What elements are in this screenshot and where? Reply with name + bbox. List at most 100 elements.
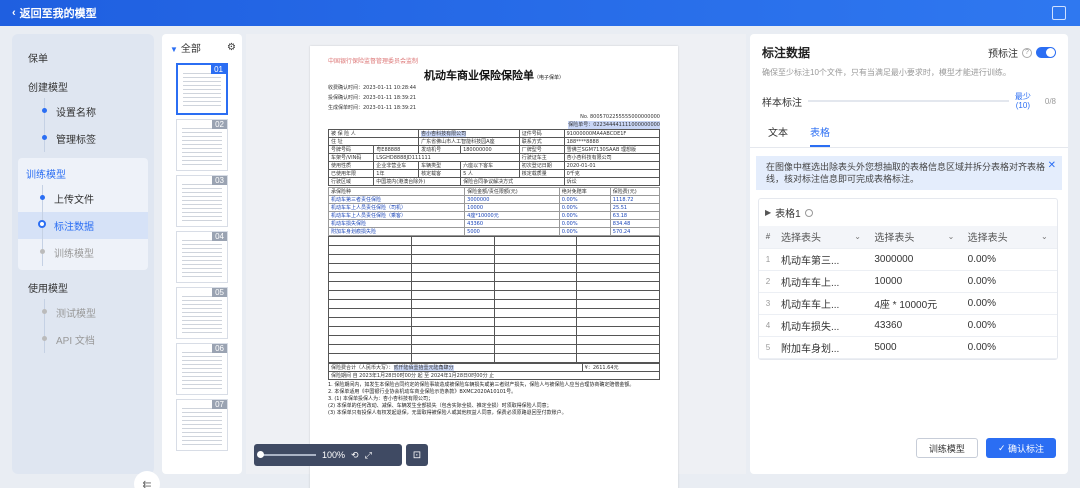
caret-down-icon: ▶ [765, 208, 772, 217]
crop-icon: ⊡ [412, 449, 422, 461]
nav-item-manage-labels[interactable]: 管理标签 [20, 125, 154, 152]
thumbnail-preview [182, 296, 222, 333]
coverage-row[interactable]: 附加车身划痕损失险 5000 0.00% 570.24 [327, 227, 661, 236]
zoom-bar: 100% ⟲ ⤢ [254, 444, 402, 466]
confirm-annotation-button[interactable]: ✓ 确认标注 [985, 438, 1056, 458]
page-thumbnail[interactable]: 06 [176, 343, 228, 395]
chevron-down-icon: ⌄ [947, 232, 955, 242]
panel-hint: 确保至少标注10个文件，只有当满足最小要求时，模型才能进行训练。 [762, 68, 1011, 77]
policy-document: 中国银行保险监督管理委员会监制 机动车商业保险保险单（电子保单） 收费确认时间：… [310, 46, 678, 488]
collapse-nav-button[interactable]: ⇇ [134, 471, 160, 488]
table-row[interactable]: 1 机动车第三... 3000000 0.00% [759, 248, 1057, 271]
doc-notes: 1. 保险期间内，如发生本保险合同约定的保险事故造成被保险车辆损失或第三者财产损… [328, 382, 635, 416]
caret-down-icon: ▼ [170, 45, 178, 54]
page-number: 02 [212, 120, 227, 129]
all-filter[interactable]: ▼ 全部 [170, 40, 201, 55]
chevron-down-icon: ⌄ [854, 232, 861, 242]
sample-label: 样本标注 [762, 97, 802, 109]
zoom-slider[interactable] [257, 451, 316, 458]
close-icon[interactable]: ✕ [1048, 160, 1056, 172]
page-number: 03 [212, 176, 227, 185]
chevron-left-icon: ‹ [12, 7, 16, 19]
coverage-row[interactable]: 机动车损失保险 43360 0.00% 834.48 [327, 219, 661, 228]
prelabel-control: 预标注 ? [988, 45, 1056, 60]
nav-item-set-name[interactable]: 设置名称 [20, 98, 154, 125]
info-icon[interactable] [804, 208, 813, 217]
page-number: 01 [211, 65, 226, 74]
tab-table[interactable]: 表格 [810, 124, 830, 147]
nav-item-test[interactable]: 测试模型 [20, 299, 154, 326]
step-dot-icon [42, 135, 47, 140]
gear-icon[interactable]: ⚙ [227, 42, 236, 53]
page-thumbnail[interactable]: 05 [176, 287, 228, 339]
zoom-level: 100% [322, 450, 346, 460]
table-row[interactable]: 4 机动车损失... 43360 0.00% [759, 314, 1057, 337]
header-select[interactable]: 选择表头 ⌄ [777, 226, 871, 249]
min-requirement: 最少 (10) [1014, 92, 1031, 110]
panel-footer: 训练模型 ✓ 确认标注 [750, 438, 1068, 458]
page-thumbnail[interactable]: 07 [176, 399, 228, 451]
step-dot-icon [38, 220, 46, 228]
nav-title-train: 训练模型 [26, 170, 66, 181]
page-thumbnail[interactable]: 02 [176, 119, 228, 171]
chevron-down-icon: ⌄ [1040, 232, 1048, 242]
step-dot-icon [42, 309, 47, 314]
collapse-icon: ⇇ [142, 478, 152, 488]
thumbnail-preview [182, 184, 222, 221]
thumbnail-header: ▼ 全部 ⚙ [162, 34, 242, 59]
nav-title-policy[interactable]: 保单 [20, 46, 154, 69]
thumbnail-preview [182, 128, 222, 165]
left-nav: 保单 创建模型 设置名称 管理标签 训练模型 上传文件 标注数据 训练模型 使用… [12, 34, 160, 488]
doc-policy-no: No. 8005702255555000000000 保险单号：02234444… [568, 114, 660, 129]
fullscreen-icon[interactable]: ⤢ [365, 450, 372, 461]
train-model-button[interactable]: 训练模型 [915, 438, 978, 458]
nav-item-api[interactable]: API 文档 [20, 326, 154, 353]
coverage-table[interactable]: 承保险种 保险金额/责任限额(元) 绝对免赔率 保险费(元) 机动车第三者责任保险 30… [327, 187, 661, 236]
premium-table: 保险费合计（人民币大写）：贰仟陆佰壹拾壹元陆角肆分 ¥：2611.64元 保险期间… [328, 363, 661, 380]
doc-org: 中国银行保险监督管理委员会监制 [328, 58, 419, 65]
coverage-row[interactable]: 机动车第三者责任保险 3000000 0.00% 1118.72 [327, 195, 661, 204]
page-thumbnail[interactable]: 01 [176, 63, 228, 115]
thumbnail-preview [182, 240, 222, 277]
table-row[interactable]: 5 附加车身划... 5000 0.00% [759, 336, 1057, 359]
table-title[interactable]: ▶ 表格1 [759, 199, 1057, 226]
row-index-header: # [759, 226, 777, 249]
document-viewer[interactable]: 中国银行保险监督管理委员会监制 机动车商业保险保险单（电子保单） 收费确认时间：… [246, 34, 746, 488]
table-row[interactable]: 2 机动车车上... 10000 0.00% [759, 270, 1057, 293]
prelabel-toggle[interactable] [1036, 47, 1056, 58]
page-thumbnail[interactable]: 03 [176, 175, 228, 227]
back-label: 返回至我的模型 [19, 8, 97, 20]
window-icon[interactable] [1052, 6, 1066, 20]
header-select[interactable]: 选择表头 ⌄ [963, 226, 1057, 249]
nav-item-annotate[interactable]: 标注数据 [18, 212, 148, 239]
step-dot-icon [40, 249, 45, 254]
thumbnail-preview [182, 408, 222, 445]
annotation-tabs: 文本 表格 [750, 116, 1068, 148]
back-button[interactable]: ‹ 返回至我的模型 [12, 5, 97, 21]
page-number: 06 [212, 344, 227, 353]
thumbnail-preview [182, 352, 222, 389]
page-thumbnail[interactable]: 04 [176, 231, 228, 283]
doc-meta: 收费确认时间：2023-01-11 10:28:44 投保确认时间：2023-0… [328, 85, 417, 111]
step-dot-icon [42, 336, 47, 341]
table-row[interactable]: 3 机动车车上... 4座 * 10000元 0.00% [759, 292, 1057, 315]
coverage-row[interactable]: 机动车车上人员责任保险（司机） 10000 0.00% 25.51 [327, 203, 661, 212]
info-notice: 在图像中框选出除表头外您想抽取的表格信息区域并拆分表格对齐表格线，核对标注信息即… [756, 156, 1062, 190]
help-icon[interactable]: ? [1022, 47, 1032, 58]
page-number: 05 [212, 288, 227, 297]
nav-title-use: 使用模型 [28, 284, 68, 295]
sample-count: 0/8 [1044, 96, 1056, 106]
rotate-icon[interactable]: ⟲ [351, 450, 359, 461]
tab-text[interactable]: 文本 [768, 124, 788, 147]
step-dot-icon [42, 108, 47, 113]
nav-item-upload[interactable]: 上传文件 [18, 185, 148, 212]
annotation-table: ▶ 表格1 # 选择表头 ⌄ 选择表头 ⌄ 选择表头 ⌄ 1 机动车第三... 30000… [758, 198, 1058, 360]
top-bar: ‹ 返回至我的模型 [0, 0, 1080, 26]
nav-item-train[interactable]: 训练模型 [18, 239, 148, 266]
coverage-row[interactable]: 机动车车上人员责任保险（乘客） 4座*10000元 0.00% 63.18 [327, 211, 661, 220]
panel-header: 标注数据 预标注 ? [750, 34, 1068, 61]
nav-train-block: 训练模型 上传文件 标注数据 训练模型 [18, 158, 148, 270]
crop-button[interactable]: ⊡ [406, 444, 428, 466]
thumbnail-panel: ▼ 全部 ⚙ 01 02 03 04 05 06 07 [162, 34, 242, 474]
header-select[interactable]: 选择表头 ⌄ [870, 226, 964, 249]
